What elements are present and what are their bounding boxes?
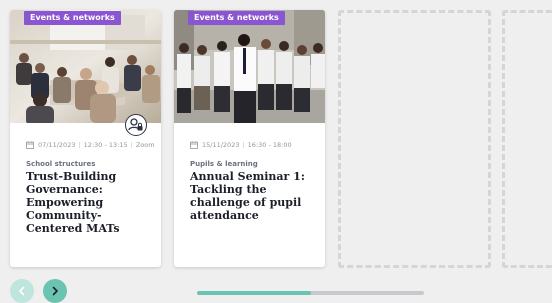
category-badge: Events & networks: [24, 11, 121, 25]
event-title[interactable]: Trust-Building Governance: Empowering Co…: [26, 170, 150, 235]
event-date: 07/11/2023: [38, 141, 76, 149]
event-image-meeting: Events & networks: [10, 10, 161, 123]
event-date: 15/11/2023: [202, 141, 240, 149]
event-carousel: Events & networks 07/11/2023 | 12:30 - 1…: [0, 0, 552, 303]
students-group-photo: [174, 10, 325, 123]
event-time: 16:30 - 18:00: [247, 141, 292, 149]
event-title[interactable]: Annual Seminar 1: Tackling the challenge…: [190, 170, 314, 222]
event-category: Pupils & learning: [190, 160, 258, 168]
carousel-progress-track[interactable]: [197, 291, 424, 295]
carousel-progress-fill: [197, 291, 311, 295]
chevron-left-icon: [19, 286, 25, 296]
user-lock-icon: [125, 114, 147, 136]
event-image-students: Events & networks: [174, 10, 325, 123]
category-badge: Events & networks: [188, 11, 285, 25]
card-placeholder: [502, 10, 552, 268]
chevron-right-icon: [52, 286, 58, 296]
event-meta: 07/11/2023 | 12:30 - 13:15 | Zoom: [26, 141, 155, 149]
event-card-2[interactable]: Events & networks 15/11/2023 | 16:30 - 1…: [174, 10, 325, 267]
meeting-room-photo: [10, 10, 161, 123]
event-category: School structures: [26, 160, 96, 168]
previous-button[interactable]: [10, 279, 34, 303]
event-card-1[interactable]: Events & networks 07/11/2023 | 12:30 - 1…: [10, 10, 161, 267]
calendar-icon: [190, 141, 198, 149]
event-time: 12:30 - 13:15: [83, 141, 128, 149]
card-placeholder: [338, 10, 491, 268]
event-meta: 15/11/2023 | 16:30 - 18:00: [190, 141, 292, 149]
next-button[interactable]: [43, 279, 67, 303]
event-location: Zoom: [135, 141, 155, 149]
calendar-icon: [26, 141, 34, 149]
